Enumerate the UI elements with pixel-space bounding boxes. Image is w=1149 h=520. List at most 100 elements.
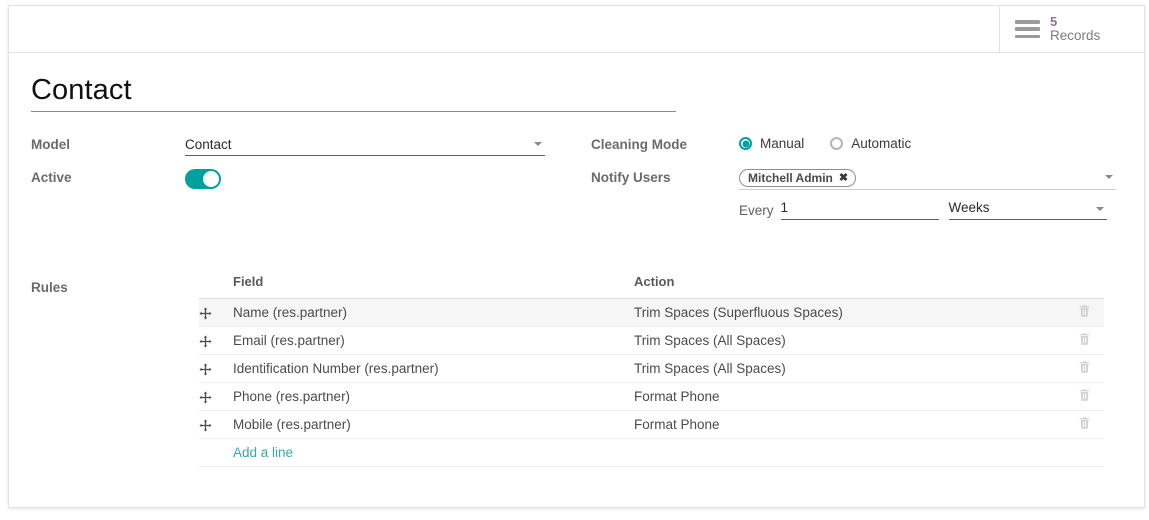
active-value-wrap: [185, 167, 551, 190]
table-row[interactable]: Phone (res.partner) Format Phone: [199, 382, 1104, 412]
row-action-value[interactable]: Trim Spaces (Superfluous Spaces): [634, 298, 1064, 328]
model-value-wrap: Contact: [185, 134, 551, 157]
every-label: Every: [739, 203, 774, 219]
trash-icon[interactable]: [1078, 416, 1091, 433]
trash-icon[interactable]: [1078, 360, 1091, 377]
odoo-form-view: 5 Records Contact Model Contact Active C…: [0, 0, 1149, 520]
record-sheet: 5 Records Contact Model Contact Active C…: [8, 5, 1145, 508]
row-drag-handle-cell[interactable]: [199, 410, 233, 440]
model-label: Model: [31, 137, 70, 153]
add-line-row: Add a line: [199, 438, 1104, 468]
model-selected-value: Contact: [185, 137, 232, 153]
trash-icon[interactable]: [1078, 304, 1091, 321]
row-action-value[interactable]: Trim Spaces (All Spaces): [634, 354, 1064, 384]
row-delete-cell[interactable]: [1064, 410, 1104, 440]
row-action-value[interactable]: Format Phone: [634, 410, 1064, 440]
row-action-value[interactable]: Trim Spaces (All Spaces): [634, 326, 1064, 356]
table-row[interactable]: Mobile (res.partner) Format Phone: [199, 410, 1104, 440]
close-icon[interactable]: ✖: [839, 172, 848, 184]
field-model: Model Contact: [31, 134, 551, 158]
notify-users-tags-input[interactable]: Mitchell Admin ✖: [739, 167, 1116, 191]
add-line-spacer: [199, 438, 233, 468]
every-input[interactable]: 1: [780, 200, 939, 221]
rules-table-wrap: Field Action Name (res.partner) Trim Spa…: [199, 274, 1104, 468]
rules-block: Rules Field Action Name (res.partner) Tr…: [31, 274, 1122, 468]
radio-unselected-icon: [830, 137, 844, 151]
row-action-value[interactable]: Format Phone: [634, 382, 1064, 412]
table-row[interactable]: Email (res.partner) Trim Spaces (All Spa…: [199, 326, 1104, 356]
radio-automatic-label: Automatic: [851, 136, 912, 152]
active-label: Active: [31, 170, 72, 186]
row-drag-handle-cell[interactable]: [199, 298, 233, 328]
page-title-row: Contact: [31, 74, 676, 113]
row-delete-cell[interactable]: [1064, 298, 1104, 328]
row-delete-cell[interactable]: [1064, 354, 1104, 384]
rules-header-row: Field Action: [199, 274, 1104, 300]
header-handle: [199, 274, 233, 300]
trash-icon[interactable]: [1078, 332, 1091, 349]
header-action: Action: [634, 274, 1064, 300]
move-handle-icon[interactable]: [199, 335, 212, 348]
model-select[interactable]: Contact: [185, 134, 545, 157]
row-delete-cell[interactable]: [1064, 326, 1104, 356]
records-label: Records: [1050, 27, 1101, 43]
list-lines-icon: [1015, 20, 1040, 38]
cleaning-mode-label: Cleaning Mode: [591, 137, 688, 153]
radio-automatic[interactable]: Automatic: [830, 136, 911, 151]
active-toggle[interactable]: [185, 169, 221, 190]
chevron-down-icon: [534, 142, 542, 147]
table-row[interactable]: Name (res.partner) Trim Spaces (Superflu…: [199, 298, 1104, 328]
rules-table-body: Name (res.partner) Trim Spaces (Superflu…: [199, 298, 1104, 468]
left-field-column: Model Contact Active: [31, 134, 551, 200]
tag-chip-label: Mitchell Admin: [748, 171, 833, 186]
radio-manual-label: Manual: [760, 136, 805, 152]
radio-selected-icon: [739, 137, 752, 151]
move-handle-icon[interactable]: [199, 363, 212, 376]
field-columns: Model Contact Active Cleaning Mode Manua…: [31, 134, 1122, 234]
field-cleaning-mode: Cleaning Mode Manual Automatic: [591, 134, 1116, 158]
rules-table-head: Field Action: [199, 274, 1104, 300]
notify-users-label: Notify Users: [591, 170, 671, 186]
tag-chip[interactable]: Mitchell Admin ✖: [739, 169, 857, 188]
field-active: Active: [31, 167, 551, 191]
form-body: Contact Model Contact Active Cleaning Mo…: [9, 53, 1144, 507]
add-a-line-link[interactable]: Add a line: [233, 445, 293, 460]
move-handle-icon[interactable]: [199, 419, 212, 432]
row-field-value[interactable]: Email (res.partner): [233, 326, 634, 356]
toggle-knob: [203, 171, 219, 188]
row-drag-handle-cell[interactable]: [199, 354, 233, 384]
records-stat-text: 5 Records: [1050, 13, 1101, 44]
row-drag-handle-cell[interactable]: [199, 382, 233, 412]
rules-label: Rules: [31, 280, 68, 296]
header-trash: [1064, 274, 1104, 300]
right-field-column: Cleaning Mode Manual Automatic Notify Us…: [591, 134, 1116, 229]
add-line-spacer-trash: [1064, 438, 1104, 468]
records-count: 5: [1050, 13, 1058, 29]
page-title: Contact: [31, 74, 132, 106]
add-line-cell[interactable]: Add a line: [233, 438, 634, 468]
trash-icon[interactable]: [1078, 388, 1091, 405]
cleaning-mode-radio-group: Manual Automatic: [739, 134, 1116, 151]
add-line-spacer-action: [634, 438, 1064, 468]
interval-row: Every 1 Weeks: [739, 200, 1116, 221]
move-handle-icon[interactable]: [199, 391, 212, 404]
row-delete-cell[interactable]: [1064, 382, 1104, 412]
row-field-value[interactable]: Name (res.partner): [233, 298, 634, 328]
chevron-down-icon: [1095, 207, 1104, 212]
interval-unit-select[interactable]: Weeks: [948, 200, 1107, 221]
rules-table: Field Action Name (res.partner) Trim Spa…: [199, 274, 1104, 468]
row-field-value[interactable]: Mobile (res.partner): [233, 410, 634, 440]
row-field-value[interactable]: Phone (res.partner): [233, 382, 634, 412]
notify-users-value-wrap: Mitchell Admin ✖ Every 1 Weeks: [739, 167, 1116, 221]
cleaning-mode-value-wrap: Manual Automatic: [739, 134, 1116, 151]
form-status-bar: 5 Records: [9, 6, 1144, 53]
row-drag-handle-cell[interactable]: [199, 326, 233, 356]
table-row[interactable]: Identification Number (res.partner) Trim…: [199, 354, 1104, 384]
records-stat-button[interactable]: 5 Records: [999, 6, 1144, 52]
interval-unit-value: Weeks: [948, 200, 990, 216]
header-field: Field: [233, 274, 634, 300]
chevron-down-icon: [1105, 175, 1113, 180]
row-field-value[interactable]: Identification Number (res.partner): [233, 354, 634, 384]
radio-manual[interactable]: Manual: [739, 136, 804, 151]
move-handle-icon[interactable]: [199, 307, 212, 320]
